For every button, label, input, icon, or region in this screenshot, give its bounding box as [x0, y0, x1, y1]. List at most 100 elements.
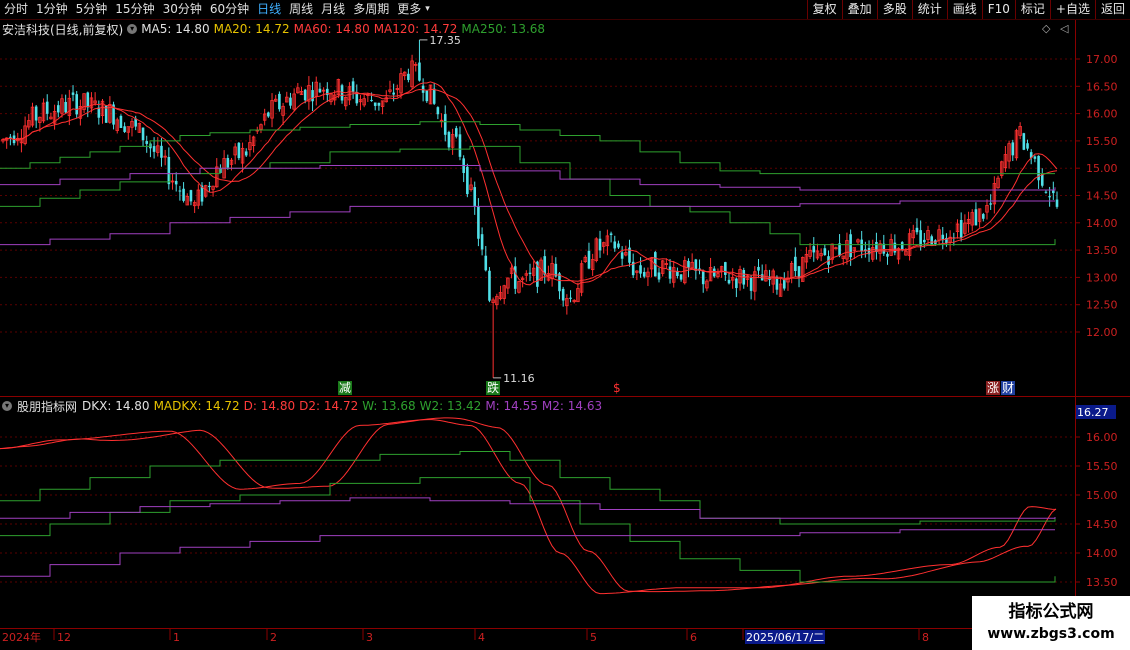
- candle-body: [392, 92, 395, 95]
- price-axis-label: 14.00: [1086, 217, 1118, 230]
- event-marker: 涨: [987, 380, 999, 395]
- candle-body: [989, 203, 992, 205]
- price-axis-label: 15.00: [1086, 162, 1118, 175]
- w2-step: [0, 477, 1056, 583]
- candle-body: [915, 227, 919, 233]
- madkx-line: [0, 417, 1057, 593]
- candle-body: [75, 94, 79, 115]
- candle-body: [447, 132, 451, 148]
- candle-body: [466, 166, 469, 195]
- candle-body: [351, 81, 355, 92]
- candle-body: [598, 238, 602, 251]
- candle-body: [473, 187, 477, 207]
- price-axis-label: 17.00: [1086, 53, 1118, 66]
- candle-body: [488, 270, 491, 301]
- candle-body: [919, 230, 922, 246]
- event-marker: $: [613, 381, 621, 395]
- candle-body: [97, 107, 101, 118]
- candle-body: [823, 248, 827, 256]
- indicator-axis-label: 13.50: [1086, 576, 1118, 589]
- event-marker: 跌: [487, 380, 499, 395]
- price-axis-label: 13.00: [1086, 271, 1118, 284]
- candle-body: [1044, 191, 1048, 193]
- m2-step: [0, 497, 1056, 519]
- candle-body: [45, 101, 49, 114]
- candle-body: [123, 126, 126, 132]
- candle-body: [1022, 133, 1026, 150]
- candle-body: [679, 274, 683, 280]
- price-axis-label: 12.50: [1086, 299, 1118, 312]
- candle-body: [1011, 142, 1015, 156]
- watermark-url: www.zbgs3.com: [987, 626, 1115, 642]
- candle-body: [458, 134, 462, 157]
- price-axis-label: 15.50: [1086, 135, 1118, 148]
- candle-body: [900, 242, 904, 250]
- candle-body: [528, 272, 532, 274]
- price-axis-label: 13.50: [1086, 244, 1118, 257]
- candle-body: [794, 256, 797, 272]
- candle-body: [119, 115, 123, 128]
- candle-body: [425, 90, 429, 102]
- candle-body: [318, 88, 322, 93]
- time-axis-label: 1: [173, 631, 180, 644]
- candle-body: [757, 266, 760, 271]
- candle-body: [930, 236, 933, 246]
- time-axis-label: 2025/06/17/二: [746, 631, 824, 644]
- time-axis-label: 5: [590, 631, 597, 644]
- time-axis-label: 4: [478, 631, 485, 644]
- candle-body: [613, 241, 617, 249]
- current-value-label: 16.27: [1077, 406, 1109, 419]
- price-axis-label: 16.00: [1086, 108, 1118, 121]
- candle-body: [587, 250, 591, 269]
- candle-body: [370, 99, 373, 102]
- candle-body: [849, 234, 852, 258]
- candle-body: [1033, 156, 1037, 159]
- price-chart[interactable]: 17.00 16.50 16.00 15.50 15.00 14.50 14.00 13.50…: [0, 0, 1130, 650]
- candle-body: [561, 288, 565, 301]
- time-axis-label: 8: [922, 631, 929, 644]
- candle-body: [178, 190, 182, 192]
- candle-body: [237, 142, 241, 159]
- indicator-axis-label: 14.50: [1086, 518, 1118, 531]
- candle-body: [687, 260, 690, 268]
- candle-body: [569, 297, 572, 299]
- candle-body: [620, 252, 624, 259]
- time-axis-label: 3: [366, 631, 373, 644]
- candle-body: [727, 279, 731, 284]
- candle-body: [735, 278, 738, 289]
- candle-body: [141, 127, 145, 141]
- candle-body: [797, 266, 801, 278]
- candle-body: [609, 233, 613, 236]
- candle-body: [418, 62, 421, 81]
- time-axis-label: 6: [690, 631, 697, 644]
- candle-body: [244, 151, 248, 156]
- candle-body: [981, 214, 985, 219]
- candle-body: [377, 102, 381, 106]
- time-axis-label: 12: [57, 631, 71, 644]
- candle-body: [64, 101, 67, 113]
- indicator-axis-label: 15.00: [1086, 489, 1118, 502]
- candle-body: [676, 271, 679, 276]
- candle-body: [923, 239, 926, 243]
- candle-body: [182, 188, 185, 201]
- time-axis-label: 2: [270, 631, 277, 644]
- candle-body: [278, 93, 281, 110]
- candle-body: [34, 106, 38, 121]
- candle-body: [749, 277, 753, 291]
- candle-body: [454, 128, 458, 137]
- w-step: [0, 451, 1056, 525]
- candle-body: [303, 89, 307, 101]
- candle-body: [71, 92, 75, 95]
- candle-body: [812, 246, 816, 253]
- candle-body: [226, 157, 230, 168]
- high-label: 17.35: [429, 34, 461, 47]
- candle-body: [882, 243, 886, 254]
- candle-body: [477, 206, 480, 239]
- candle-body: [267, 112, 270, 117]
- candle-body: [484, 255, 488, 271]
- candle-body: [443, 114, 447, 135]
- candle-body: [311, 90, 314, 102]
- candle-body: [886, 253, 889, 257]
- price-axis-label: 12.00: [1086, 326, 1118, 339]
- candle-body: [436, 107, 440, 115]
